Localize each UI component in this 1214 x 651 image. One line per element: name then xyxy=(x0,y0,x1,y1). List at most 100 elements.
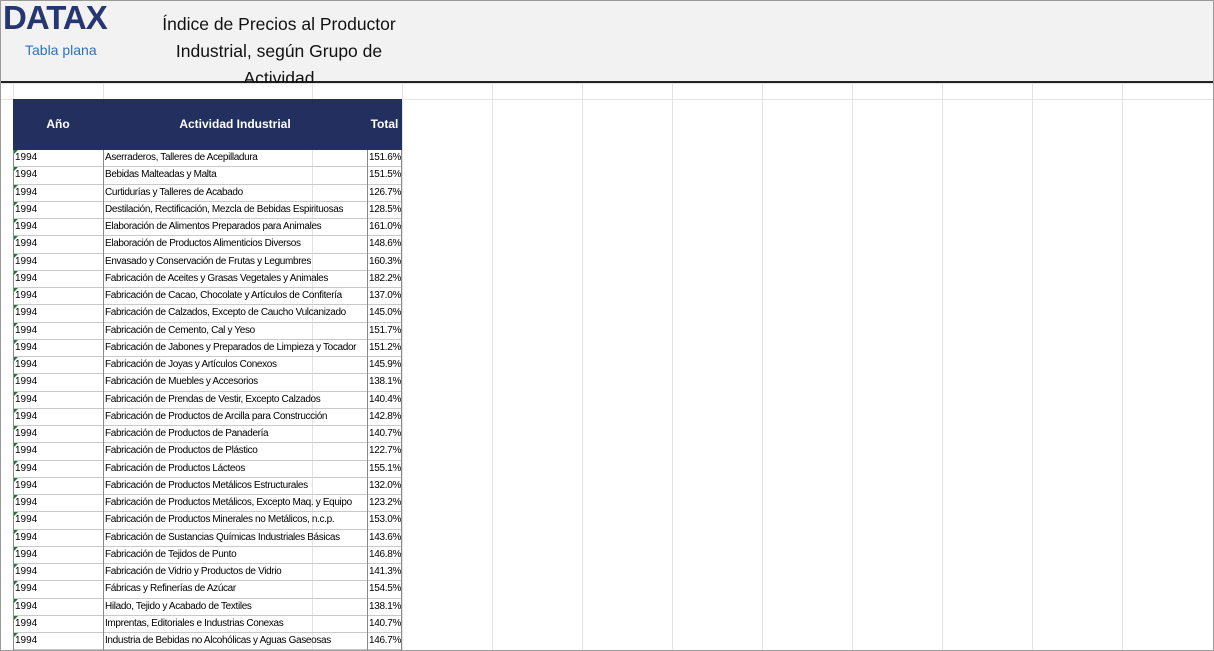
cell-total[interactable]: 151.5% xyxy=(369,167,401,183)
cell-total[interactable]: 138.1% xyxy=(369,374,401,390)
cell-activity[interactable]: Aserraderos, Talleres de Acepilladura xyxy=(105,150,367,166)
table-row[interactable]: 1994 Fabricación de Productos Minerales n… xyxy=(13,512,402,530)
table-row[interactable]: 1994 Industria de Bebidas no Alcohólicas … xyxy=(13,633,402,650)
cell-year[interactable]: 1994 xyxy=(15,357,101,373)
cell-total[interactable]: 143.6% xyxy=(369,530,401,546)
cell-activity[interactable]: Bebidas Malteadas y Malta xyxy=(105,167,367,183)
table-row[interactable]: 1994 Fabricación de Vidrio y Productos de… xyxy=(13,564,402,582)
cell-total[interactable]: 126.7% xyxy=(369,185,401,201)
cell-total[interactable]: 128.5% xyxy=(369,202,401,218)
cell-activity[interactable]: Envasado y Conservación de Frutas y Legu… xyxy=(105,254,367,270)
cell-total[interactable]: 151.7% xyxy=(369,323,401,339)
cell-total[interactable]: 153.0% xyxy=(369,512,401,528)
cell-total[interactable]: 182.2% xyxy=(369,271,401,287)
column-header-year[interactable]: Año xyxy=(13,99,103,150)
cell-total[interactable]: 141.3% xyxy=(369,564,401,580)
cell-total[interactable]: 123.2% xyxy=(369,495,401,511)
cell-activity[interactable]: Destilación, Rectificación, Mezcla de Be… xyxy=(105,202,367,218)
cell-year[interactable]: 1994 xyxy=(15,616,101,632)
cell-activity[interactable]: Fabricación de Prendas de Vestir, Except… xyxy=(105,392,367,408)
table-row[interactable]: 1994 Fabricación de Muebles y Accesorios 1… xyxy=(13,374,402,392)
cell-activity[interactable]: Fabricación de Productos de Panadería xyxy=(105,426,367,442)
table-row[interactable]: 1994 Fabricación de Aceites y Grasas Vege… xyxy=(13,270,402,288)
cell-total[interactable]: 160.3% xyxy=(369,254,401,270)
table-row[interactable]: 1994 Imprentas, Editoriales e Industrias … xyxy=(13,615,402,633)
table-row[interactable]: 1994 Fabricación de Joyas y Artículos Con… xyxy=(13,357,402,375)
cell-year[interactable]: 1994 xyxy=(15,495,101,511)
cell-total[interactable]: 137.0% xyxy=(369,288,401,304)
cell-total[interactable]: 155.1% xyxy=(369,461,401,477)
cell-total[interactable]: 138.1% xyxy=(369,599,401,615)
cell-total[interactable]: 140.7% xyxy=(369,616,401,632)
cell-year[interactable]: 1994 xyxy=(15,288,101,304)
cell-activity[interactable]: Fábricas y Refinerías de Azúcar xyxy=(105,581,367,597)
cell-year[interactable]: 1994 xyxy=(15,564,101,580)
table-row[interactable]: 1994 Bebidas Malteadas y Malta 151.5% xyxy=(13,167,402,185)
cell-total[interactable]: 151.2% xyxy=(369,340,401,356)
cell-activity[interactable]: Fabricación de Calzados, Excepto de Cauc… xyxy=(105,305,367,321)
cell-year[interactable]: 1994 xyxy=(15,392,101,408)
cell-activity[interactable]: Fabricación de Productos Lácteos xyxy=(105,461,367,477)
table-row[interactable]: 1994 Hilado, Tejido y Acabado de Textiles… xyxy=(13,598,402,616)
cell-year[interactable]: 1994 xyxy=(15,254,101,270)
table-row[interactable]: 1994 Fabricación de Productos de Arcilla … xyxy=(13,408,402,426)
table-row[interactable]: 1994 Aserraderos, Talleres de Acepilladur… xyxy=(13,150,402,168)
cell-total[interactable]: 140.4% xyxy=(369,392,401,408)
cell-activity[interactable]: Fabricación de Productos Minerales no Me… xyxy=(105,512,367,528)
cell-total[interactable]: 148.6% xyxy=(369,236,401,252)
cell-year[interactable]: 1994 xyxy=(15,219,101,235)
cell-year[interactable]: 1994 xyxy=(15,409,101,425)
cell-activity[interactable]: Fabricación de Productos de Arcilla para… xyxy=(105,409,367,425)
table-row[interactable]: 1994 Elaboración de Alimentos Preparados … xyxy=(13,219,402,237)
table-row[interactable]: 1994 Destilación, Rectificación, Mezcla d… xyxy=(13,201,402,219)
cell-total[interactable]: 146.7% xyxy=(369,633,401,649)
cell-activity[interactable]: Hilado, Tejido y Acabado de Textiles xyxy=(105,599,367,615)
cell-year[interactable]: 1994 xyxy=(15,478,101,494)
cell-activity[interactable]: Fabricación de Cacao, Chocolate y Artícu… xyxy=(105,288,367,304)
table-row[interactable]: 1994 Fabricación de Productos de Plástico… xyxy=(13,443,402,461)
table-row[interactable]: 1994 Fabricación de Productos Metálicos E… xyxy=(13,477,402,495)
cell-activity[interactable]: Industria de Bebidas no Alcohólicas y Ag… xyxy=(105,633,367,649)
cell-total[interactable]: 145.0% xyxy=(369,305,401,321)
table-row[interactable]: 1994 Envasado y Conservación de Frutas y … xyxy=(13,253,402,271)
cell-activity[interactable]: Imprentas, Editoriales e Industrias Cone… xyxy=(105,616,367,632)
cell-year[interactable]: 1994 xyxy=(15,323,101,339)
cell-year[interactable]: 1994 xyxy=(15,461,101,477)
cell-total[interactable]: 151.6% xyxy=(369,150,401,166)
cell-activity[interactable]: Fabricación de Cemento, Cal y Yeso xyxy=(105,323,367,339)
cell-year[interactable]: 1994 xyxy=(15,185,101,201)
cell-year[interactable]: 1994 xyxy=(15,374,101,390)
cell-year[interactable]: 1994 xyxy=(15,443,101,459)
cell-year[interactable]: 1994 xyxy=(15,305,101,321)
cell-total[interactable]: 122.7% xyxy=(369,443,401,459)
cell-year[interactable]: 1994 xyxy=(15,530,101,546)
table-row[interactable]: 1994 Fabricación de Calzados, Excepto de … xyxy=(13,305,402,323)
cell-year[interactable]: 1994 xyxy=(15,340,101,356)
cell-activity[interactable]: Elaboración de Productos Alimenticios Di… xyxy=(105,236,367,252)
cell-activity[interactable]: Fabricación de Tejidos de Punto xyxy=(105,547,367,563)
cell-year[interactable]: 1994 xyxy=(15,167,101,183)
cell-total[interactable]: 132.0% xyxy=(369,478,401,494)
cell-total[interactable]: 145.9% xyxy=(369,357,401,373)
cell-year[interactable]: 1994 xyxy=(15,599,101,615)
cell-total[interactable]: 142.8% xyxy=(369,409,401,425)
cell-year[interactable]: 1994 xyxy=(15,512,101,528)
cell-year[interactable]: 1994 xyxy=(15,426,101,442)
table-row[interactable]: 1994 Curtidurías y Talleres de Acabado 126… xyxy=(13,184,402,202)
cell-year[interactable]: 1994 xyxy=(15,581,101,597)
cell-year[interactable]: 1994 xyxy=(15,633,101,649)
table-row[interactable]: 1994 Fabricación de Cemento, Cal y Yeso 15… xyxy=(13,322,402,340)
column-header-activity[interactable]: Actividad Industrial xyxy=(103,99,367,150)
cell-year[interactable]: 1994 xyxy=(15,271,101,287)
cell-activity[interactable]: Elaboración de Alimentos Preparados para… xyxy=(105,219,367,235)
cell-total[interactable]: 161.0% xyxy=(369,219,401,235)
table-row[interactable]: 1994 Fabricación de Jabones y Preparados … xyxy=(13,339,402,357)
cell-activity[interactable]: Fabricación de Productos Metálicos Estru… xyxy=(105,478,367,494)
table-row[interactable]: 1994 Fábricas y Refinerías de Azúcar 154.5… xyxy=(13,581,402,599)
cell-total[interactable]: 154.5% xyxy=(369,581,401,597)
table-row[interactable]: 1994 Fabricación de Sustancias Químicas I… xyxy=(13,529,402,547)
cell-activity[interactable]: Fabricación de Sustancias Químicas Indus… xyxy=(105,530,367,546)
cell-activity[interactable]: Fabricación de Vidrio y Productos de Vid… xyxy=(105,564,367,580)
cell-activity[interactable]: Fabricación de Aceites y Grasas Vegetale… xyxy=(105,271,367,287)
table-row[interactable]: 1994 Fabricación de Productos Lácteos 155.… xyxy=(13,460,402,478)
